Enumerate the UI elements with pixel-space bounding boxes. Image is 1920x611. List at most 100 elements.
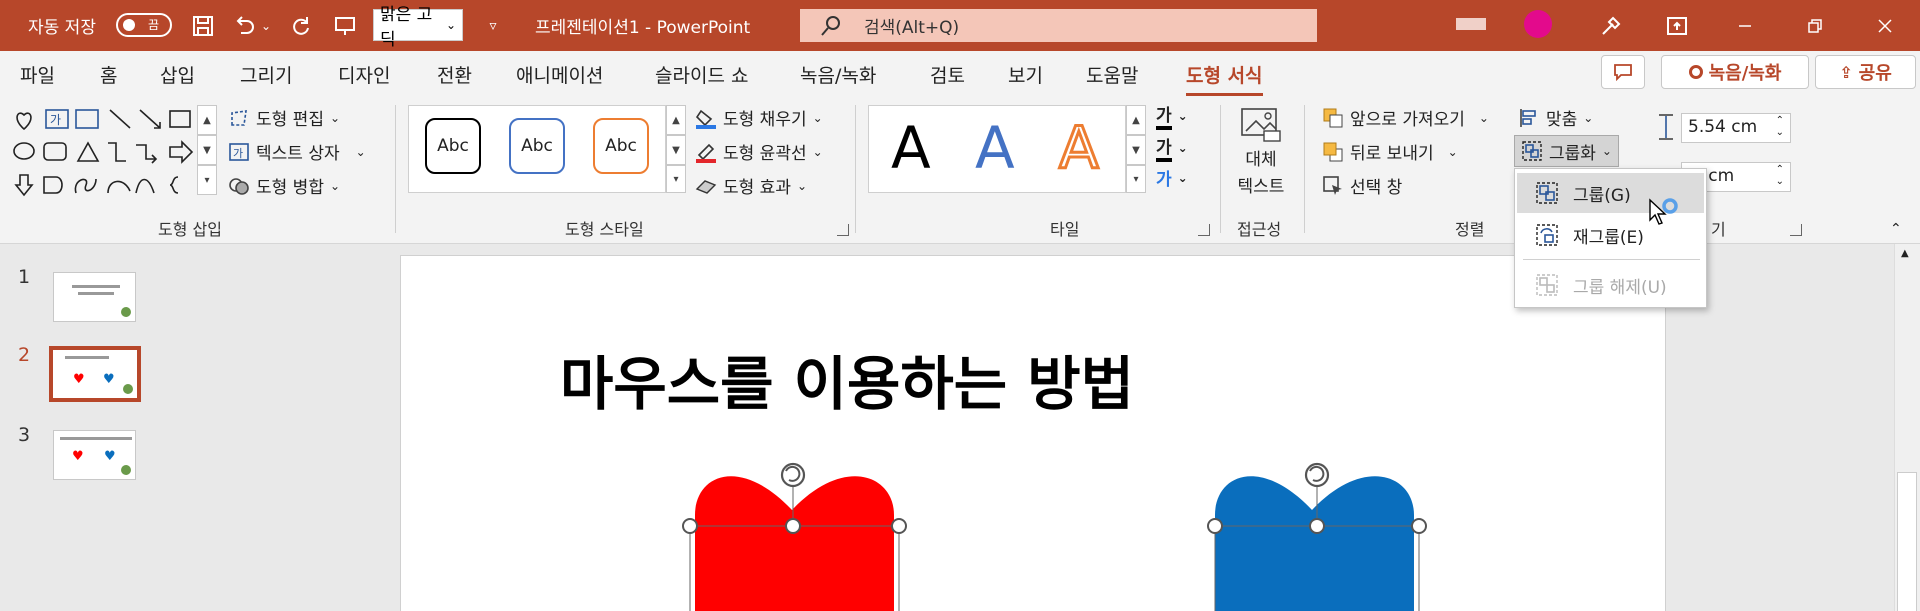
edit-shape-button[interactable]: 도형 편집 ⌄ (228, 105, 340, 130)
record-button[interactable]: 녹음/녹화 (1661, 55, 1809, 89)
style-preset-blue[interactable]: Abc (509, 118, 565, 174)
slide-thumbnail-3[interactable]: ♥ ♥ (53, 430, 136, 480)
tab-animations[interactable]: 애니메이션 (516, 61, 603, 88)
resize-handle[interactable] (1207, 518, 1223, 534)
ribbon-display-icon[interactable] (1662, 0, 1692, 51)
shape-styles-gallery[interactable]: Abc Abc Abc (408, 105, 666, 193)
designer-icon[interactable] (1596, 0, 1626, 51)
minimize-icon[interactable] (1722, 0, 1768, 51)
close-icon[interactable] (1862, 0, 1908, 51)
right-heart-shape[interactable] (1205, 455, 1445, 611)
slide-canvas[interactable] (400, 255, 1666, 611)
spin-arrows-icon[interactable]: ⌃ ⌄ (1776, 164, 1784, 188)
styles-more-icon[interactable]: ▾ (666, 165, 686, 193)
shape-fill-label: 도형 채우기 (723, 110, 807, 130)
redo-icon[interactable] (286, 0, 316, 51)
collapse-ribbon-icon[interactable]: ⌃ (1890, 221, 1902, 237)
dialog-launcher-icon[interactable] (1790, 224, 1802, 236)
vertical-scrollbar[interactable]: ▲ (1894, 244, 1920, 611)
insert-shapes-group-label: 도형 삽입 (158, 220, 222, 239)
shapes-gallery[interactable]: 가 (12, 105, 197, 201)
slide-thumbnail-1[interactable] (53, 272, 136, 322)
text-outline-button[interactable]: 가 ⌄ (1156, 133, 1188, 162)
autosave-toggle[interactable]: 끔 (116, 13, 172, 37)
style-preset-black[interactable]: Abc (425, 118, 481, 174)
slide-thumbnail-2[interactable]: ♥ ♥ (49, 346, 141, 402)
text-fill-button[interactable]: 가 ⌄ (1156, 101, 1188, 130)
style-preset-orange[interactable]: Abc (593, 118, 649, 174)
presenter-icon[interactable] (330, 0, 360, 51)
send-backward-button[interactable]: 뒤로 보내기 ⌄ (1322, 139, 1458, 164)
chevron-down-icon: ⌄ (1478, 110, 1489, 125)
rotate-handle-icon[interactable] (780, 462, 806, 488)
menu-item-label: 그룹 해제(U) (1573, 277, 1667, 298)
restore-icon[interactable] (1792, 0, 1838, 51)
styles-down-icon[interactable]: ▼ (666, 135, 686, 165)
customize-qat-icon[interactable]: ▿ (478, 0, 508, 51)
text-effects-button[interactable]: 가 ⌄ (1156, 165, 1188, 190)
wordart-gallery[interactable]: A A A (868, 105, 1126, 193)
rotate-handle-icon[interactable] (1304, 462, 1330, 488)
undo-icon[interactable] (230, 0, 260, 51)
tab-slideshow[interactable]: 슬라이드 쇼 (655, 61, 748, 88)
resize-handle[interactable] (1411, 518, 1427, 534)
shape-effects-button[interactable]: 도형 효과 ⌄ (695, 173, 807, 198)
tab-view[interactable]: 보기 (1008, 61, 1043, 88)
resize-handle[interactable] (1309, 518, 1325, 534)
text-box-button[interactable]: 가 텍스트 상자 ⌄ (228, 139, 366, 164)
shape-outline-button[interactable]: 도형 윤곽선 ⌄ (695, 139, 823, 164)
save-icon[interactable] (188, 0, 218, 51)
menu-item-ungroup[interactable]: 그룹 해제(U) (1517, 265, 1704, 305)
tab-home[interactable]: 홈 (100, 61, 117, 88)
scroll-thumb[interactable] (1897, 472, 1917, 611)
tab-help[interactable]: 도움말 (1086, 61, 1138, 88)
alt-text-button[interactable]: 대체 텍스트 (1232, 107, 1290, 197)
height-input[interactable]: 5.54 cm ⌃ ⌄ (1681, 113, 1791, 143)
comments-button[interactable] (1601, 55, 1645, 89)
thumb-number: 1 (18, 266, 31, 288)
shape-fill-button[interactable]: 도형 채우기 ⌄ (695, 105, 823, 130)
gallery-up-icon[interactable]: ▲ (197, 105, 217, 135)
text-fill-glyph: 가 (1156, 101, 1172, 130)
bring-forward-label: 앞으로 가져오기 (1350, 110, 1465, 130)
tab-record[interactable]: 녹음/녹화 (800, 61, 876, 88)
share-button[interactable]: ⇪ 공유 (1815, 55, 1916, 89)
tab-file[interactable]: 파일 (20, 61, 55, 88)
send-backward-label: 뒤로 보내기 (1350, 144, 1434, 164)
resize-handle[interactable] (682, 518, 698, 534)
wordart-up-icon[interactable]: ▲ (1126, 105, 1146, 135)
resize-handle[interactable] (785, 518, 801, 534)
tab-insert[interactable]: 삽입 (160, 61, 195, 88)
wordart-black[interactable]: A (891, 114, 931, 182)
wordart-orange[interactable]: A (1058, 113, 1101, 184)
undo-dropdown-icon[interactable]: ⌄ (258, 0, 274, 51)
scroll-up-icon[interactable]: ▲ (1901, 248, 1909, 259)
bring-forward-button[interactable]: 앞으로 가져오기 ⌄ (1322, 105, 1489, 130)
gallery-down-icon[interactable]: ▼ (197, 135, 217, 165)
accessibility-group-label: 접근성 (1237, 220, 1282, 239)
wordart-down-icon[interactable]: ▼ (1126, 135, 1146, 165)
group-button[interactable]: 그룹화 ⌄ (1514, 135, 1619, 167)
spin-arrows-icon[interactable]: ⌃ ⌄ (1776, 115, 1784, 139)
avatar[interactable] (1524, 10, 1552, 38)
wordart-blue[interactable]: A (975, 114, 1015, 182)
merge-shapes-button[interactable]: 도형 병합 ⌄ (228, 173, 340, 198)
resize-handle[interactable] (891, 518, 907, 534)
font-name-box[interactable]: 맑은 고딕 ⌄ (373, 5, 463, 50)
tab-design[interactable]: 디자인 (338, 61, 390, 88)
tab-transitions[interactable]: 전환 (437, 61, 472, 88)
selection-pane-button[interactable]: 선택 창 (1322, 173, 1402, 198)
wordart-more-icon[interactable]: ▾ (1126, 165, 1146, 193)
align-button[interactable]: 맞춤 ⌄ (1518, 105, 1593, 130)
dialog-launcher-icon[interactable] (1198, 224, 1210, 236)
tab-shape-format[interactable]: 도형 서식 (1186, 61, 1263, 96)
tab-draw[interactable]: 그리기 (240, 61, 292, 88)
search-box[interactable]: 검색(Alt+Q) (800, 9, 1317, 42)
left-heart-shape[interactable] (680, 455, 920, 611)
styles-up-icon[interactable]: ▲ (666, 105, 686, 135)
gallery-more-icon[interactable]: ▾ (197, 165, 217, 195)
slide-title[interactable]: 마우스를 이용하는 방법 (560, 337, 1134, 421)
tab-review[interactable]: 검토 (930, 61, 965, 88)
shape-outline-label: 도형 윤곽선 (723, 144, 807, 164)
dialog-launcher-icon[interactable] (837, 224, 849, 236)
